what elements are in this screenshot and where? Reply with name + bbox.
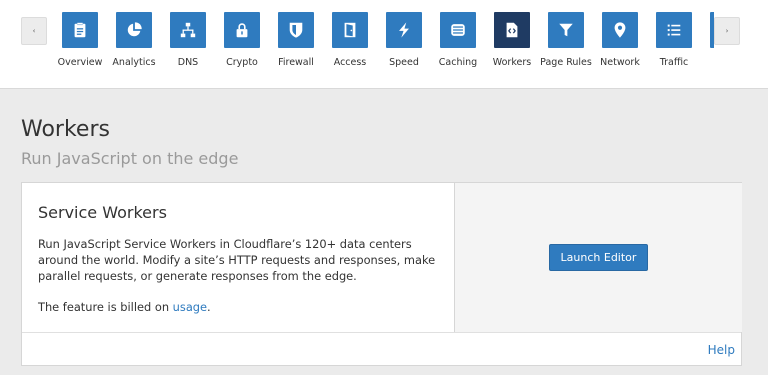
billing-suffix: .	[207, 300, 211, 314]
card-footer: Help	[22, 332, 741, 366]
nav-item-overview[interactable]: Overview	[50, 12, 110, 74]
nav-label: Overview	[57, 57, 103, 68]
card-action-panel: Launch Editor	[454, 183, 742, 332]
nav-label: Speed	[389, 57, 419, 68]
top-navigation: ‹ Overview Analytics DNS Crypto Firewall…	[0, 0, 768, 89]
nav-item-page-rules[interactable]: Page Rules	[536, 12, 596, 74]
nav-label: Crypto	[226, 57, 258, 68]
clipboard-icon	[62, 12, 98, 48]
billing-note: The feature is billed on usage.	[38, 300, 438, 314]
nav-item-speed[interactable]: Speed	[374, 12, 434, 74]
filter-icon	[548, 12, 584, 48]
billing-prefix: The feature is billed on	[38, 300, 173, 314]
nav-item-traffic[interactable]: Traffic	[644, 12, 704, 74]
nav-label: Analytics	[112, 57, 156, 68]
page-title: Workers	[21, 117, 110, 142]
nav-item-workers[interactable]: Workers	[482, 12, 542, 74]
nav-item-analytics[interactable]: Analytics	[104, 12, 164, 74]
storage-icon	[440, 12, 476, 48]
nav-item-network[interactable]: Network	[590, 12, 650, 74]
launch-editor-button[interactable]: Launch Editor	[548, 244, 649, 271]
card-heading: Service Workers	[38, 203, 167, 222]
page-subtitle: Run JavaScript on the edge	[21, 149, 239, 168]
list-icon	[656, 12, 692, 48]
nav-item-custom[interactable]: Cu	[698, 12, 714, 74]
nav-label: Access	[333, 57, 367, 68]
usage-link[interactable]: usage	[173, 300, 207, 314]
code-document-icon	[494, 12, 530, 48]
card-description: Run JavaScript Service Workers in Cloudf…	[38, 237, 436, 283]
nav-item-firewall[interactable]: Firewall	[266, 12, 326, 74]
nav-item-crypto[interactable]: Crypto	[212, 12, 272, 74]
scroll-left-button[interactable]: ‹	[21, 17, 47, 45]
nav-label: Caching	[438, 57, 478, 68]
scroll-right-button[interactable]: ›	[714, 17, 740, 45]
nav-item-dns[interactable]: DNS	[158, 12, 218, 74]
nav-label: Page Rules	[540, 57, 592, 68]
shield-icon	[278, 12, 314, 48]
nav-label: Cu	[698, 57, 714, 68]
help-link[interactable]: Help	[708, 343, 735, 357]
nav-label: Firewall	[278, 57, 314, 68]
nav-item-access[interactable]: Access	[320, 12, 380, 74]
lightning-icon	[386, 12, 422, 48]
map-pin-icon	[602, 12, 638, 48]
door-icon	[332, 12, 368, 48]
nav-label: Traffic	[659, 57, 689, 68]
nav-label: Network	[600, 57, 640, 68]
nav-item-caching[interactable]: Caching	[428, 12, 488, 74]
nav-label: DNS	[177, 57, 199, 68]
nav-label: Workers	[492, 57, 532, 68]
service-workers-card: Service Workers Run JavaScript Service W…	[21, 182, 742, 366]
card-body: Service Workers Run JavaScript Service W…	[22, 183, 454, 332]
pie-chart-icon	[116, 12, 152, 48]
lock-icon	[224, 12, 260, 48]
network-tree-icon	[170, 12, 206, 48]
nav-items: Overview Analytics DNS Crypto Firewall A…	[50, 0, 714, 88]
